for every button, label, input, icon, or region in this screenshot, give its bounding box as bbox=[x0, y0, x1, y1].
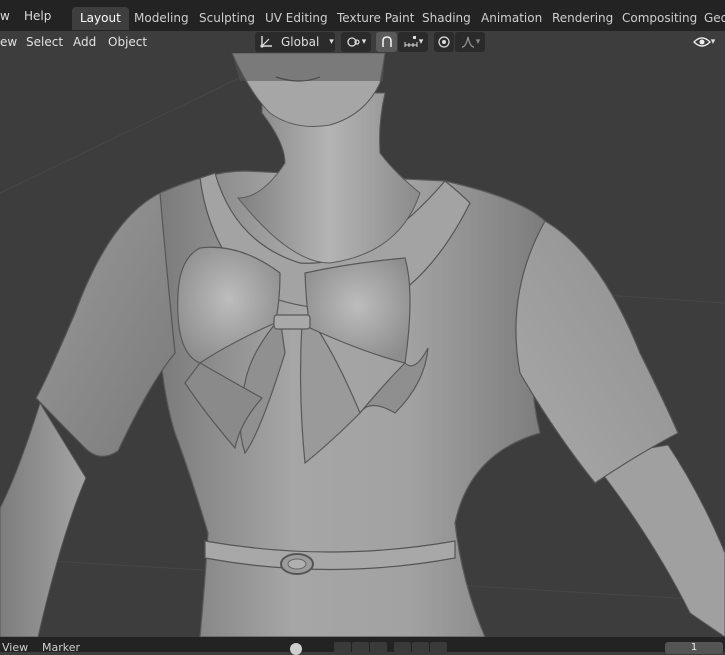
chevron-down-icon: ▾ bbox=[710, 37, 716, 47]
top-bar: w Help Layout Modeling Sculpting UV Edit… bbox=[0, 0, 725, 31]
viewport-render[interactable] bbox=[0, 53, 725, 637]
timeline-menu-view[interactable]: View bbox=[2, 641, 28, 655]
chevron-down-icon: ▾ bbox=[418, 37, 424, 47]
object-visibility-dropdown[interactable]: ▾ bbox=[688, 32, 720, 52]
transform-orientation-icon bbox=[260, 36, 272, 48]
play-icon[interactable] bbox=[394, 642, 411, 654]
chin-shadow bbox=[232, 53, 385, 81]
current-frame-field[interactable]: 1 bbox=[665, 642, 723, 654]
viewport-header: ew Select Add Object Global ▾ ▾ ▾ ▾ ▾ bbox=[0, 31, 725, 53]
chevron-down-icon: ▾ bbox=[361, 37, 367, 47]
tab-geometry-nodes[interactable]: Geo bbox=[696, 7, 725, 30]
tab-sculpting[interactable]: Sculpting bbox=[191, 7, 263, 30]
menu-object[interactable]: Object bbox=[108, 31, 147, 53]
tab-modeling[interactable]: Modeling bbox=[126, 7, 197, 30]
pivot-point-dropdown[interactable]: ▾ bbox=[341, 32, 371, 52]
tab-layout[interactable]: Layout bbox=[72, 7, 129, 30]
tab-compositing[interactable]: Compositing bbox=[614, 7, 705, 30]
snap-icon bbox=[381, 36, 392, 47]
play-reverse-icon[interactable] bbox=[370, 642, 387, 654]
chevron-down-icon: ▾ bbox=[475, 37, 481, 47]
snap-increment-icon bbox=[404, 36, 418, 47]
proportional-falloff-dropdown[interactable]: ▾ bbox=[455, 32, 485, 52]
jump-start-icon[interactable] bbox=[334, 642, 351, 654]
visibility-icon bbox=[692, 37, 711, 47]
jump-keyframe-back-icon[interactable] bbox=[352, 642, 369, 654]
transform-orientation-dropdown[interactable]: Global ▾ bbox=[255, 32, 335, 52]
jump-end-icon[interactable] bbox=[430, 642, 447, 654]
pivot-point-icon bbox=[347, 37, 360, 47]
tab-rendering[interactable]: Rendering bbox=[544, 7, 621, 30]
jump-keyframe-forward-icon[interactable] bbox=[412, 642, 429, 654]
timeline-menu-marker[interactable]: Marker bbox=[42, 641, 80, 655]
timeline-header: View Marker 1 bbox=[0, 637, 725, 655]
auto-keying-icon[interactable] bbox=[290, 643, 302, 655]
tab-shading[interactable]: Shading bbox=[414, 7, 479, 30]
snap-toggle[interactable] bbox=[376, 32, 397, 52]
tab-animation[interactable]: Animation bbox=[473, 7, 550, 30]
falloff-curve-icon bbox=[461, 36, 474, 48]
tab-uv-editing[interactable]: UV Editing bbox=[257, 7, 336, 30]
menu-select[interactable]: Select bbox=[26, 31, 63, 53]
snap-target-dropdown[interactable]: ▾ bbox=[398, 32, 428, 52]
chevron-down-icon: ▾ bbox=[329, 37, 334, 47]
transform-orientation-label: Global bbox=[281, 35, 320, 49]
proportional-edit-icon bbox=[438, 36, 450, 48]
menu-window[interactable]: w bbox=[0, 5, 10, 27]
3d-viewport[interactable] bbox=[0, 53, 725, 637]
menu-add[interactable]: Add bbox=[73, 31, 96, 53]
menu-view[interactable]: ew bbox=[0, 31, 17, 53]
proportional-edit-toggle[interactable] bbox=[434, 32, 454, 52]
menu-help[interactable]: Help bbox=[24, 5, 51, 27]
tab-texture-paint[interactable]: Texture Paint bbox=[329, 7, 422, 30]
